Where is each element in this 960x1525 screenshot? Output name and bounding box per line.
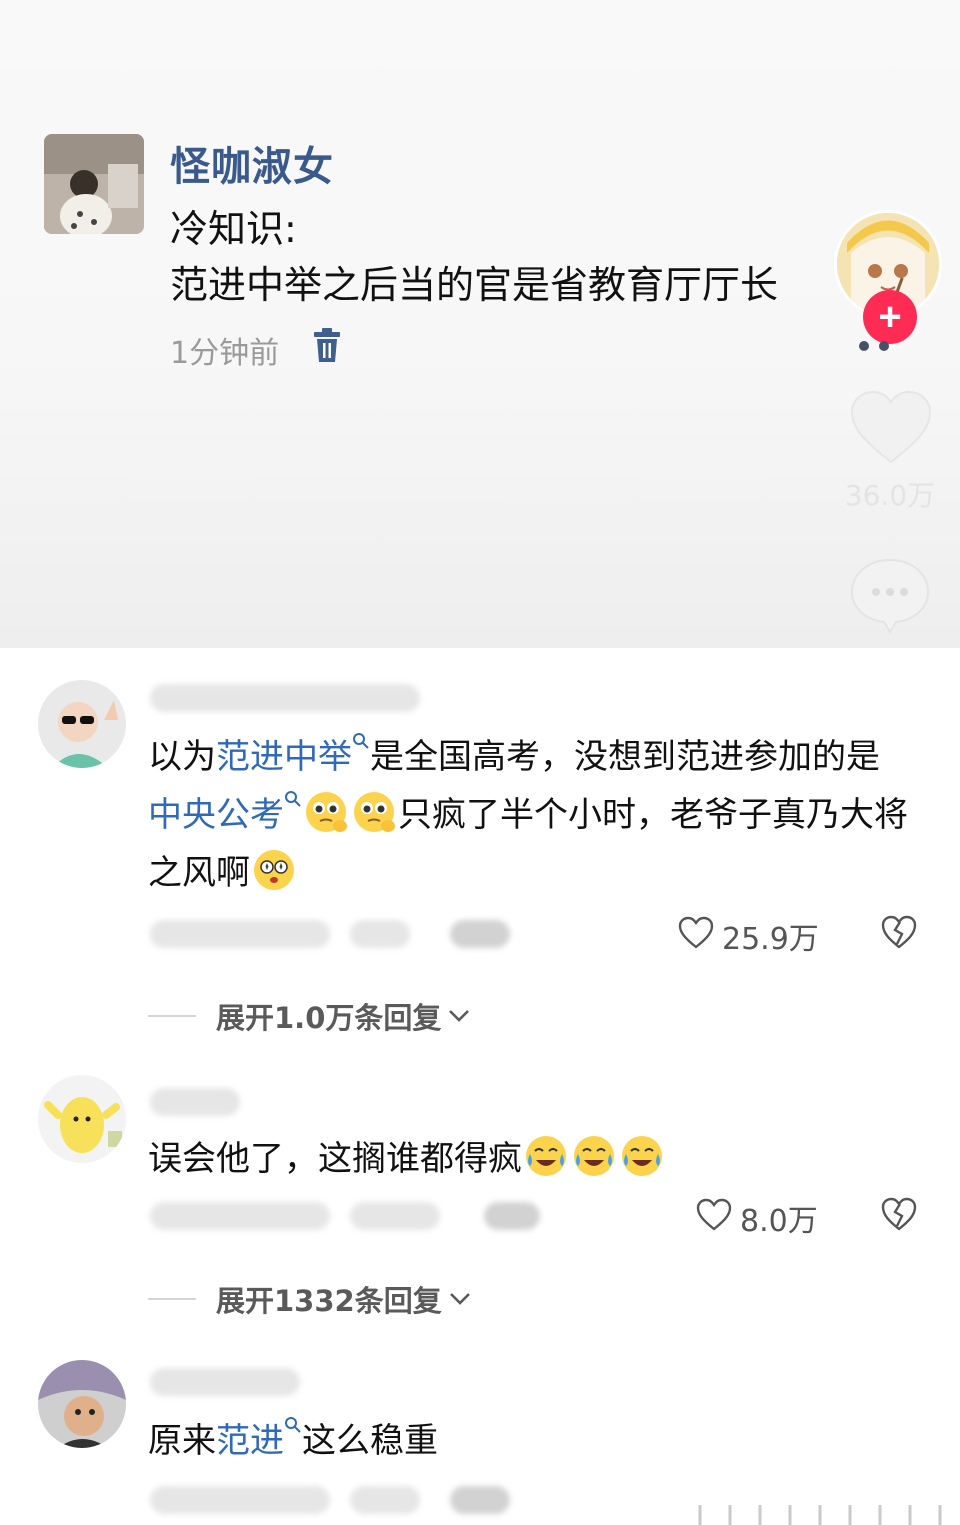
post-text-line-1: 冷知识: [170, 207, 297, 251]
comment-1-expand-replies[interactable]: 展开1.0万条回复 [148, 996, 471, 1036]
search-link-fanjin[interactable]: 范进 [216, 1421, 284, 1461]
post-author-name[interactable]: 怪咖淑女 [170, 134, 334, 192]
post-area: 怪咖淑女 冷知识: 范进中举之后当的官是省教育厅厅长 1分钟前 + 36.0万 [0, 0, 960, 648]
comment-1-text: 以为范进中举 是全国高考，没想到范进参加的是中央公考 只疯了半个小时，老爷子真乃大将… [148, 728, 908, 902]
search-link-zhongyang-gongkao[interactable]: 中央公考 [148, 795, 284, 835]
comment-1-segment-2: 是全国高考，没想到范进参加的是 [370, 737, 880, 777]
comment-1-location [350, 920, 410, 948]
comment-2-body: 误会他了，这搁谁都得疯 [148, 1139, 522, 1179]
like-heart-icon[interactable] [848, 388, 934, 466]
more-dots-icon[interactable] [858, 340, 892, 352]
comment-3-location [350, 1486, 420, 1514]
pleading-emoji-icon [306, 792, 347, 832]
comment-2-date [150, 1202, 330, 1230]
comment-3-suffix: 这么稳重 [302, 1421, 438, 1461]
divider-line [148, 1015, 196, 1017]
comment-2-location [350, 1202, 440, 1230]
expand-replies-label: 展开1.0万条回复 [216, 1001, 442, 1035]
comment-2-dislike-icon[interactable] [880, 1196, 918, 1232]
comment-2-reply-button[interactable] [484, 1202, 540, 1230]
comment-1-date [150, 920, 330, 948]
crying-laughing-emoji-icon [526, 1136, 566, 1176]
crying-laughing-emoji-icon [574, 1136, 614, 1176]
comment-2-expand-replies[interactable]: 展开1332条回复 [148, 1279, 472, 1319]
comment-2-avatar[interactable] [38, 1075, 126, 1163]
crying-laughing-emoji-icon [622, 1136, 662, 1176]
comment-1-avatar[interactable] [38, 680, 126, 768]
comment-1-dislike-icon[interactable] [880, 914, 918, 950]
search-icon[interactable] [284, 790, 302, 808]
search-link-fanjin-zhongju[interactable]: 范进中举 [216, 737, 352, 777]
search-icon[interactable] [352, 732, 370, 750]
comment-1-like-icon[interactable] [678, 916, 714, 950]
search-icon[interactable] [284, 1416, 302, 1434]
post-text-line-2: 范进中举之后当的官是省教育厅厅长 [170, 263, 779, 307]
comment-1-segment-0: 以为 [148, 737, 216, 777]
comment-2-text: 误会他了，这搁谁都得疯 [148, 1130, 908, 1188]
comment-3-avatar[interactable] [38, 1360, 126, 1448]
chevron-down-icon [449, 1293, 470, 1305]
comment-3-text: 原来范进 这么稳重 [148, 1412, 908, 1470]
comment-3-reply-button[interactable] [450, 1486, 510, 1514]
comment-3-prefix: 原来 [148, 1421, 216, 1461]
follow-button[interactable]: + [863, 290, 917, 344]
scroll-indicator [698, 1505, 942, 1525]
starstruck-emoji-icon [254, 850, 294, 890]
comment-3-date [150, 1486, 330, 1514]
comment-bubble-icon[interactable] [846, 554, 934, 634]
divider-line [148, 1298, 196, 1300]
pleading-emoji-icon [354, 792, 395, 832]
comment-1-username[interactable] [150, 684, 420, 712]
expand-replies-label: 展开1332条回复 [216, 1284, 442, 1318]
trash-icon[interactable] [312, 328, 342, 364]
video-like-count: 36.0万 [844, 479, 936, 512]
author-avatar[interactable] [44, 134, 144, 234]
chevron-down-icon [449, 1010, 470, 1022]
comment-2-like-icon[interactable] [696, 1198, 732, 1232]
comment-2-like-count: 8.0万 [740, 1204, 818, 1239]
comment-1-reply-button[interactable] [450, 920, 510, 948]
comment-2-username[interactable] [150, 1088, 240, 1116]
post-timestamp: 1分钟前 [170, 336, 280, 371]
comment-1-like-count: 25.9万 [722, 922, 819, 957]
comment-3-username[interactable] [150, 1368, 300, 1396]
